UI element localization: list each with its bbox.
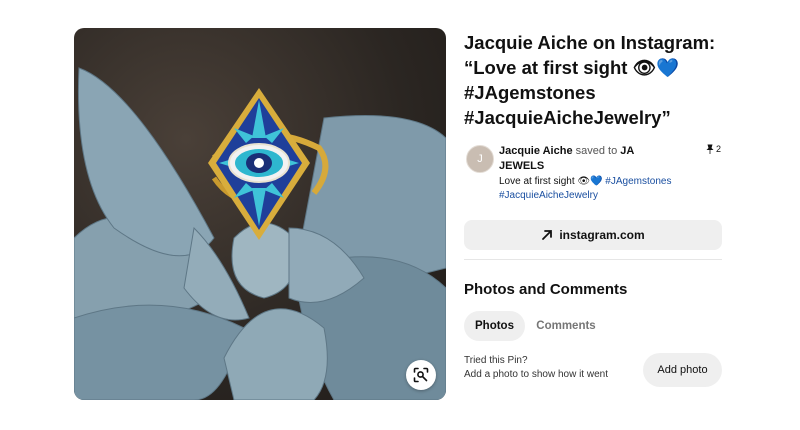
section-heading: Photos and Comments [464,281,628,298]
visit-link-label: instagram.com [559,228,645,242]
pin-description: Love at first sight 👁💙 #JAgemstones #Jac… [499,175,709,203]
add-photo-button[interactable]: Add photo [643,353,722,387]
pushpin-icon [706,144,714,154]
save-count-value: 2 [716,144,722,154]
avatar[interactable]: J [466,145,494,173]
ring-on-succulent-photo [74,67,446,400]
description-text: Love at first sight 👁💙 [499,176,606,187]
visual-search-button[interactable] [406,360,436,390]
tried-label: Tried this Pin? [464,355,528,366]
saved-to-text: saved to [575,145,618,157]
tab-photos[interactable]: Photos [464,311,525,341]
visit-link-button[interactable]: instagram.com [464,220,722,250]
pin-closeup: Jacquie Aiche on Instagram: “Love at fir… [0,0,800,430]
hashtag-link[interactable]: #JacquieAicheJewelry [499,190,598,201]
pin-image[interactable] [74,28,446,400]
save-count: 2 [706,144,721,154]
tried-hint: Add a photo to show how it went [464,369,608,380]
visual-search-icon [413,367,429,383]
saved-by-line: Jacquie Aiche saved to JA JEWELS [499,144,659,174]
hashtag-link[interactable]: #JAgemstones [605,176,671,187]
pin-title: Jacquie Aiche on Instagram: “Love at fir… [464,32,716,128]
divider [464,259,722,260]
avatar-initial: J [477,153,483,165]
tab-comments[interactable]: Comments [530,311,602,341]
saver-name-link[interactable]: Jacquie Aiche [499,145,573,157]
tried-this-pin: Tried this Pin? Add a photo to show how … [464,354,608,382]
arrow-up-right-icon [542,230,553,240]
